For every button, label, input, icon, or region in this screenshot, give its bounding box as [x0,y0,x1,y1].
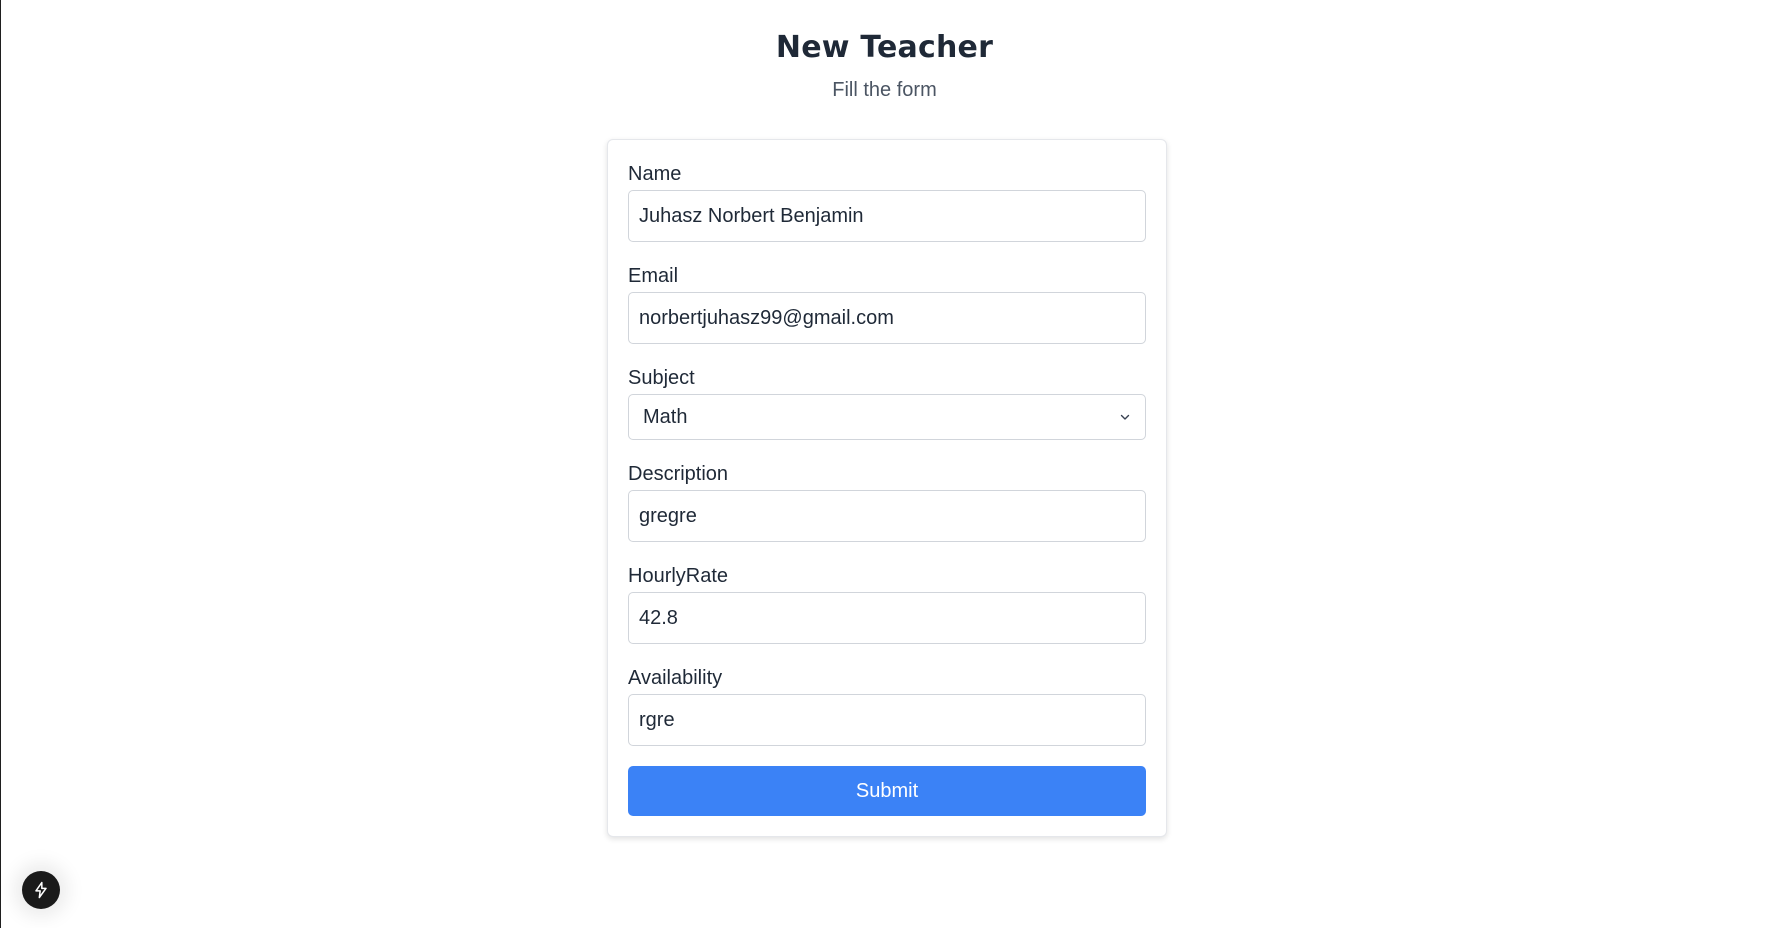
email-label: Email [628,265,679,287]
availability-field-group: Availability [628,666,1146,746]
description-field-group: Description [628,462,1146,542]
email-input[interactable] [628,292,1146,344]
chevron-down-icon [1120,414,1130,420]
name-input[interactable] [628,190,1146,242]
teacher-form: Name Email Subject Math Description Hour… [607,139,1167,837]
lightning-icon [35,881,47,899]
email-field-group: Email [628,264,1146,344]
name-field-group: Name [628,162,1146,242]
submit-button[interactable]: Submit [628,766,1146,816]
availability-label: Availability [628,667,723,689]
subject-selected-value: Math [643,405,688,428]
hourly-rate-field-group: HourlyRate [628,564,1146,644]
description-input[interactable] [628,490,1146,542]
subject-select[interactable]: Math [628,394,1146,440]
page-header: New Teacher Fill the form [1,28,1767,102]
description-label: Description [628,463,729,485]
subject-label: Subject [628,367,695,389]
page-subtitle: Fill the form [832,79,937,101]
page-title: New Teacher [775,30,994,65]
availability-input[interactable] [628,694,1146,746]
page: New Teacher Fill the form Name Email Sub… [0,0,1767,928]
name-label: Name [628,163,682,185]
hourly-rate-input[interactable] [628,592,1146,644]
subject-field-group: Subject Math [628,366,1146,440]
hourly-rate-label: HourlyRate [628,565,729,587]
devtools-button[interactable] [22,871,60,909]
